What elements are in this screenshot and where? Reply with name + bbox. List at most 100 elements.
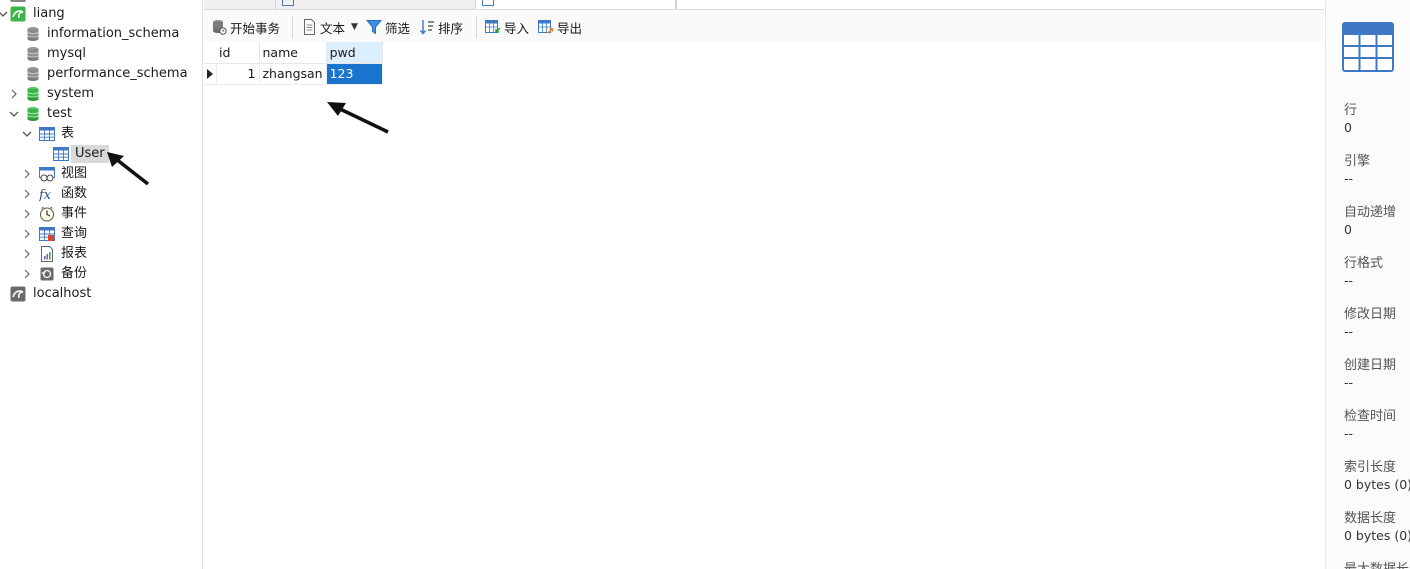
info-value: --	[1344, 273, 1354, 288]
chevron-down-icon[interactable]	[0, 9, 8, 19]
query-icon	[39, 226, 55, 242]
cell-name[interactable]: zhangsan	[259, 63, 327, 85]
data-grid[interactable]: id name pwd 1 zhangsan 123	[204, 42, 1324, 569]
chevron-right-icon[interactable]	[22, 249, 32, 259]
column-header-id[interactable]: id	[216, 42, 260, 64]
table-row[interactable]: 1 zhangsan 123	[204, 63, 383, 85]
tree-label: information_schema	[47, 26, 180, 41]
toolbar-label: 导入	[504, 20, 530, 36]
tree-label: localhost	[33, 286, 92, 301]
import-button[interactable]: 导入	[485, 17, 529, 37]
filter-button[interactable]: 筛选	[366, 17, 410, 37]
export-button[interactable]: 导出	[538, 17, 582, 37]
dropdown-arrow-icon[interactable]: ▼	[351, 22, 358, 32]
chevron-right-icon[interactable]	[22, 189, 32, 199]
tree-item-reports[interactable]: 报表	[0, 244, 202, 264]
chevron-right-icon[interactable]	[22, 229, 32, 239]
chevron-right-icon[interactable]	[9, 89, 19, 99]
info-label: 最大数据长	[1344, 558, 1409, 569]
database-icon	[25, 106, 41, 122]
chevron-right-icon[interactable]	[22, 169, 32, 179]
toolbar-label: 导出	[557, 20, 583, 36]
table-folder-icon	[39, 126, 55, 142]
result-table: id name pwd 1 zhangsan 123	[204, 42, 383, 85]
tree-item-tables[interactable]: 表	[0, 124, 202, 144]
tree-label: mysql	[47, 46, 86, 61]
clock-icon	[39, 206, 55, 222]
chevron-down-icon[interactable]	[9, 109, 19, 119]
info-value: 0 bytes (0)	[1344, 477, 1410, 492]
info-label: 数据长度	[1344, 511, 1397, 526]
function-icon: fx	[38, 186, 55, 203]
tree-label: 报表	[61, 246, 88, 261]
info-value: --	[1344, 375, 1354, 390]
tree-item-functions[interactable]: fx 函数	[0, 184, 202, 204]
tree-item-mysql[interactable]: mysql	[0, 44, 202, 64]
backup-icon	[39, 266, 55, 282]
tree-item-table-user[interactable]: User	[0, 144, 202, 164]
tree-item-system[interactable]: system	[0, 84, 202, 104]
info-value: 0	[1344, 120, 1352, 135]
tree-label: 备份	[61, 266, 88, 281]
cell-pwd-selected[interactable]: 123	[326, 63, 383, 85]
info-value: --	[1344, 324, 1354, 339]
tree-item-events[interactable]: 事件	[0, 204, 202, 224]
column-header-pwd[interactable]: pwd	[326, 42, 383, 64]
toolbar-separator	[476, 16, 477, 38]
chevron-down-icon[interactable]	[22, 129, 32, 139]
info-value: 0	[1344, 222, 1352, 237]
table-icon	[282, 0, 294, 6]
tab-user-design[interactable]	[276, 0, 476, 9]
tree-label: system	[47, 86, 94, 101]
row-marker-header	[204, 42, 216, 64]
tree-item-performance-schema[interactable]: performance_schema	[0, 64, 202, 84]
tree-item-localhost[interactable]: localhost	[0, 284, 202, 304]
tree-item-liang[interactable]: liang	[0, 4, 202, 24]
transaction-icon	[213, 20, 227, 35]
database-icon	[25, 66, 41, 82]
toolbar-label: 筛选	[385, 20, 411, 36]
tree-item-backups[interactable]: 备份	[0, 264, 202, 284]
tree-label: 视图	[61, 166, 88, 181]
tree-label: 表	[61, 126, 75, 141]
info-label: 创建日期	[1344, 358, 1397, 373]
info-label: 引擎	[1344, 154, 1371, 169]
chevron-right-icon[interactable]	[22, 269, 32, 279]
database-icon	[25, 86, 41, 102]
chevron-right-icon[interactable]	[22, 209, 32, 219]
info-value: 0 bytes (0)	[1344, 528, 1410, 543]
tree-label: liang	[33, 6, 65, 21]
tree-label: test	[47, 106, 72, 121]
info-label: 行	[1344, 103, 1358, 118]
info-label: 检查时间	[1344, 409, 1397, 424]
cell-id[interactable]: 1	[216, 63, 260, 85]
text-button[interactable]: 文本 ▼	[301, 17, 358, 37]
tree-item-test[interactable]: test	[0, 104, 202, 124]
object-info-panel: 行 0 引擎 -- 自动递增 0 行格式 -- 修改日期 -- 创建日期 -- …	[1325, 0, 1410, 569]
toolbar-label: 开始事务	[230, 20, 281, 36]
tree-item-views[interactable]: 视图	[0, 164, 202, 184]
tree-label: 函数	[61, 186, 88, 201]
filter-icon	[366, 20, 382, 35]
tab-user-data[interactable]	[476, 0, 676, 9]
large-table-icon	[1342, 22, 1394, 72]
current-row-marker	[204, 63, 217, 85]
view-icon	[39, 166, 55, 182]
tab-objects[interactable]	[204, 0, 276, 9]
mysql-connection-icon	[10, 6, 26, 22]
navicat-window: liang information_schema mysql performan…	[0, 0, 1410, 569]
table-icon	[53, 146, 69, 162]
tree-item-information-schema[interactable]: information_schema	[0, 24, 202, 44]
tab-strip-empty	[676, 0, 1324, 9]
begin-transaction-button[interactable]: 开始事务	[211, 17, 280, 37]
toolbar-separator	[292, 16, 293, 38]
connection-tree: liang information_schema mysql performan…	[0, 0, 203, 569]
column-header-name[interactable]: name	[259, 42, 327, 64]
info-value: --	[1344, 426, 1354, 441]
sort-button[interactable]: 排序	[419, 17, 463, 37]
toolbar-label: 排序	[438, 20, 464, 36]
tree-label: performance_schema	[47, 66, 188, 81]
truncated-top-icon	[10, 0, 26, 2]
mysql-connection-icon	[10, 286, 26, 302]
tree-item-queries[interactable]: 查询	[0, 224, 202, 244]
